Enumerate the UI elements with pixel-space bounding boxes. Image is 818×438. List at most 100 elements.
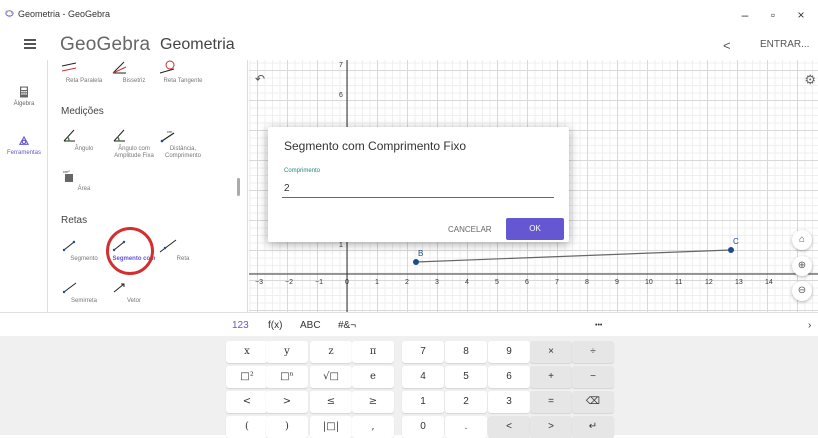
bisector-icon (112, 61, 127, 74)
rail-label-ferramentas: Ferramentas (6, 150, 41, 156)
key-plus[interactable]: + (530, 366, 572, 388)
key-sqrt[interactable]: √□ (310, 366, 352, 388)
x-tick-label: 1 (375, 279, 379, 286)
key-2[interactable]: 2 (445, 391, 487, 413)
tool-label: Reta Paralela (65, 78, 103, 84)
key-divide[interactable]: ÷ (572, 341, 614, 363)
minimize-button[interactable]: – (736, 6, 754, 24)
tool-reta[interactable]: Reta (158, 238, 208, 263)
section-retas: Retas (61, 215, 88, 226)
key-8[interactable]: 8 (445, 341, 487, 363)
home-button[interactable]: ⌂ (792, 230, 812, 250)
tools-scrollbar[interactable] (237, 178, 240, 196)
tool-label: Área (77, 186, 91, 192)
key-square[interactable]: □² (226, 366, 268, 388)
tab-symbols[interactable]: #&¬ (338, 320, 356, 331)
tool-angulo-amplitude-fixa[interactable]: Ângulo com Amplitude Fixa (109, 128, 159, 160)
cancel-button[interactable]: CANCELAR (448, 225, 492, 234)
svg-text:cm²: cm² (63, 169, 70, 174)
geogebra-logo-icon (5, 10, 14, 18)
key-6[interactable]: 6 (488, 366, 530, 388)
ok-button[interactable]: OK (506, 218, 564, 240)
key-minus[interactable]: − (572, 366, 614, 388)
dialog-title: Segmento com Comprimento Fixo (284, 139, 467, 153)
ray-icon (62, 282, 77, 294)
key-equals[interactable]: = (530, 391, 572, 413)
point-label: B (418, 249, 423, 258)
tab-abc[interactable]: ABC (300, 320, 321, 331)
point-c[interactable] (728, 247, 734, 253)
key-4[interactable]: 4 (402, 366, 444, 388)
x-tick-label: 12 (705, 279, 713, 286)
tool-semirreta[interactable]: Semirreta (59, 280, 109, 305)
x-tick-label: 5 (495, 279, 499, 286)
share-icon[interactable]: < (723, 38, 731, 53)
key-3[interactable]: 3 (488, 391, 530, 413)
x-tick-label: 6 (525, 279, 529, 286)
login-button[interactable]: ENTRAR... (760, 39, 809, 50)
tool-vetor[interactable]: Vetor (109, 280, 159, 305)
key-x[interactable]: x (226, 341, 268, 363)
zoom-in-icon: ⊕ (797, 260, 807, 271)
key-5[interactable]: 5 (445, 366, 487, 388)
key-less-equal[interactable]: ≤ (310, 391, 352, 413)
key-z[interactable]: z (310, 341, 352, 363)
zoom-out-button[interactable]: ⊖ (792, 281, 812, 301)
tool-segmento[interactable]: Segmento (59, 238, 109, 263)
tool-label: Ângulo (74, 146, 94, 152)
close-button[interactable]: × (792, 6, 810, 24)
rail-label-algebra: Álgebra (13, 101, 35, 107)
key-e[interactable]: e (352, 366, 394, 388)
undo-icon[interactable]: ↶ (255, 72, 265, 86)
tool-reta-tangente[interactable]: Reta Tangente (158, 60, 208, 85)
key-power[interactable]: □ⁿ (266, 366, 308, 388)
tool-area[interactable]: cm² Área (59, 168, 109, 193)
point-b[interactable] (413, 259, 419, 265)
parallel-line-icon (61, 62, 77, 72)
keyboard-tabs: 123 f(x) ABC #&¬ ••• › (0, 312, 818, 336)
window-title-bar: Geometria - GeoGebra – ▫ × (0, 0, 818, 30)
key-greater[interactable]: > (266, 391, 308, 413)
tool-label: Vetor (126, 298, 141, 304)
tool-label: Ângulo com Amplitude Fixa (114, 146, 154, 159)
key-multiply[interactable]: × (530, 341, 572, 363)
tool-angulo[interactable]: Ângulo (59, 128, 109, 153)
key-7[interactable]: 7 (402, 341, 444, 363)
line-icon (159, 239, 177, 253)
tab-123[interactable]: 123 (232, 320, 249, 331)
tool-reta-paralela[interactable]: Reta Paralela (59, 60, 109, 85)
key-1[interactable]: 1 (402, 391, 444, 413)
rail-item-ferramentas[interactable]: Ferramentas (0, 135, 48, 156)
menu-icon[interactable] (24, 39, 36, 49)
tab-fx[interactable]: f(x) (268, 320, 282, 331)
zoom-in-button[interactable]: ⊕ (792, 256, 812, 276)
maximize-button[interactable]: ▫ (764, 6, 782, 24)
home-icon: ⌂ (798, 234, 806, 245)
key-greater-equal[interactable]: ≥ (352, 391, 394, 413)
key-9[interactable]: 9 (488, 341, 530, 363)
key-backspace[interactable]: ⌫ (572, 391, 614, 413)
x-tick-label: 3 (435, 279, 439, 286)
view-rail: Álgebra Ferramentas (0, 60, 48, 312)
collapse-keyboard-button[interactable]: › (808, 320, 811, 331)
x-tick-label: 10 (645, 279, 653, 286)
length-input[interactable] (282, 180, 554, 198)
settings-gear-icon[interactable]: ⚙ (804, 72, 816, 88)
calculator-icon (20, 86, 28, 98)
tool-label: Bissetriz (122, 78, 146, 84)
tool-distancia-comprimento[interactable]: cm Distância, Comprimento (158, 128, 208, 160)
tool-label: Segmento (70, 256, 98, 262)
key-pi[interactable]: π (352, 341, 394, 363)
zoom-out-icon: ⊖ (797, 285, 807, 296)
key-y[interactable]: y (266, 341, 308, 363)
key-less[interactable]: < (226, 391, 268, 413)
tools-icon (19, 135, 29, 145)
rail-item-algebra[interactable]: Álgebra (0, 86, 48, 107)
tool-label: Distância, Comprimento (164, 146, 201, 159)
vector-icon (113, 283, 125, 293)
app-title: Geometria (160, 36, 235, 53)
x-tick-label: 11 (675, 279, 682, 286)
x-tick-label: 2 (405, 279, 409, 286)
tool-bissetriz[interactable]: Bissetriz (109, 60, 159, 85)
more-tab[interactable]: ••• (595, 322, 602, 329)
